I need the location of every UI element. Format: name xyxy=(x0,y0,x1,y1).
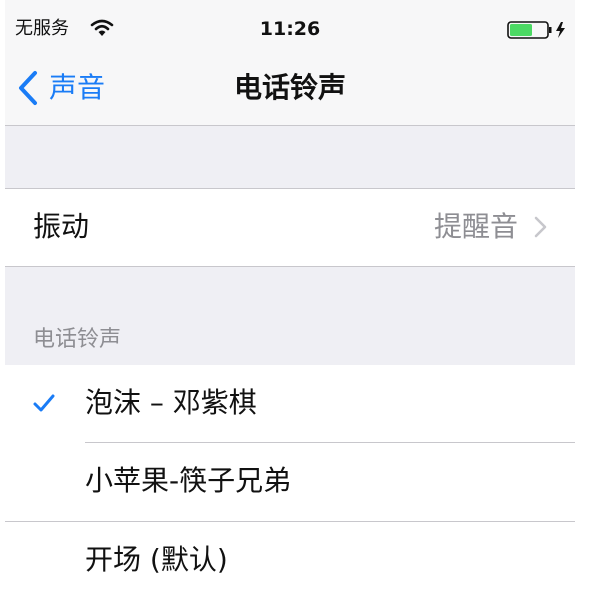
ringtone-label: 开场 (默认) xyxy=(85,543,228,576)
vibration-value: 提醒音 xyxy=(433,210,518,243)
status-time: 11:26 xyxy=(259,18,321,40)
section-header: 电话铃声 xyxy=(33,327,122,352)
page-title: 电话铃声 xyxy=(233,71,346,104)
battery-charging-icon xyxy=(507,21,565,39)
ringtone-row[interactable]: 开场 (默认) xyxy=(5,522,575,600)
status-bar: 无服务 11:26 xyxy=(5,0,575,56)
vibration-label: 振动 xyxy=(33,210,90,243)
vibration-row[interactable]: 振动 提醒音 xyxy=(5,189,575,265)
navigation-bar: 声音 电话铃声 xyxy=(5,56,575,126)
ringtone-label: 小苹果-筷子兄弟 xyxy=(85,464,292,497)
ringtone-section-gap: 电话铃声 xyxy=(5,266,575,366)
phone-frame: 无服务 11:26 声音 电话铃声 振动 提醒音 电话铃声 泡沫 – 邓紫棋 小… xyxy=(5,0,575,600)
screen: 无服务 11:26 声音 电话铃声 振动 提醒音 电话铃声 泡沫 – 邓紫棋 小… xyxy=(0,0,600,600)
checkmark-icon xyxy=(33,394,55,412)
ringtone-label: 泡沫 – 邓紫棋 xyxy=(85,386,257,419)
ringtone-row[interactable]: 小苹果-筷子兄弟 xyxy=(5,443,575,521)
chevron-right-icon xyxy=(534,216,547,238)
section-gap xyxy=(5,126,575,189)
ringtone-row[interactable]: 泡沫 – 邓紫棋 xyxy=(5,365,575,443)
